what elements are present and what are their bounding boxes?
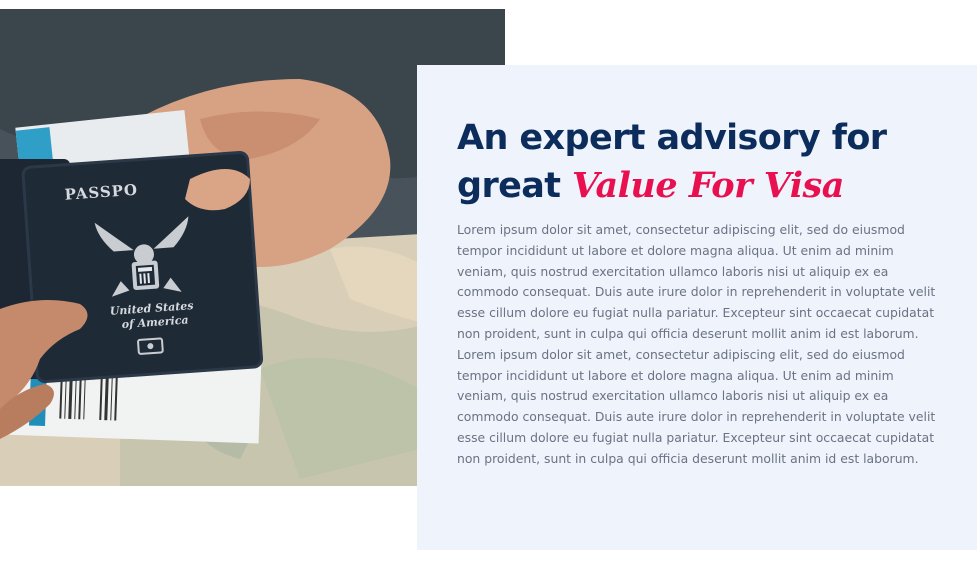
section-heading: An expert advisory for great Value For V… [457,115,957,210]
content-panel: An expert advisory for great Value For V… [417,65,977,550]
heading-line1: An expert advisory for [457,118,887,158]
heading-accent: Value For Visa [572,165,844,206]
heading-line2-prefix: great [457,166,561,206]
body-paragraph: Lorem ipsum dolor sit amet, consectetur … [457,222,936,466]
